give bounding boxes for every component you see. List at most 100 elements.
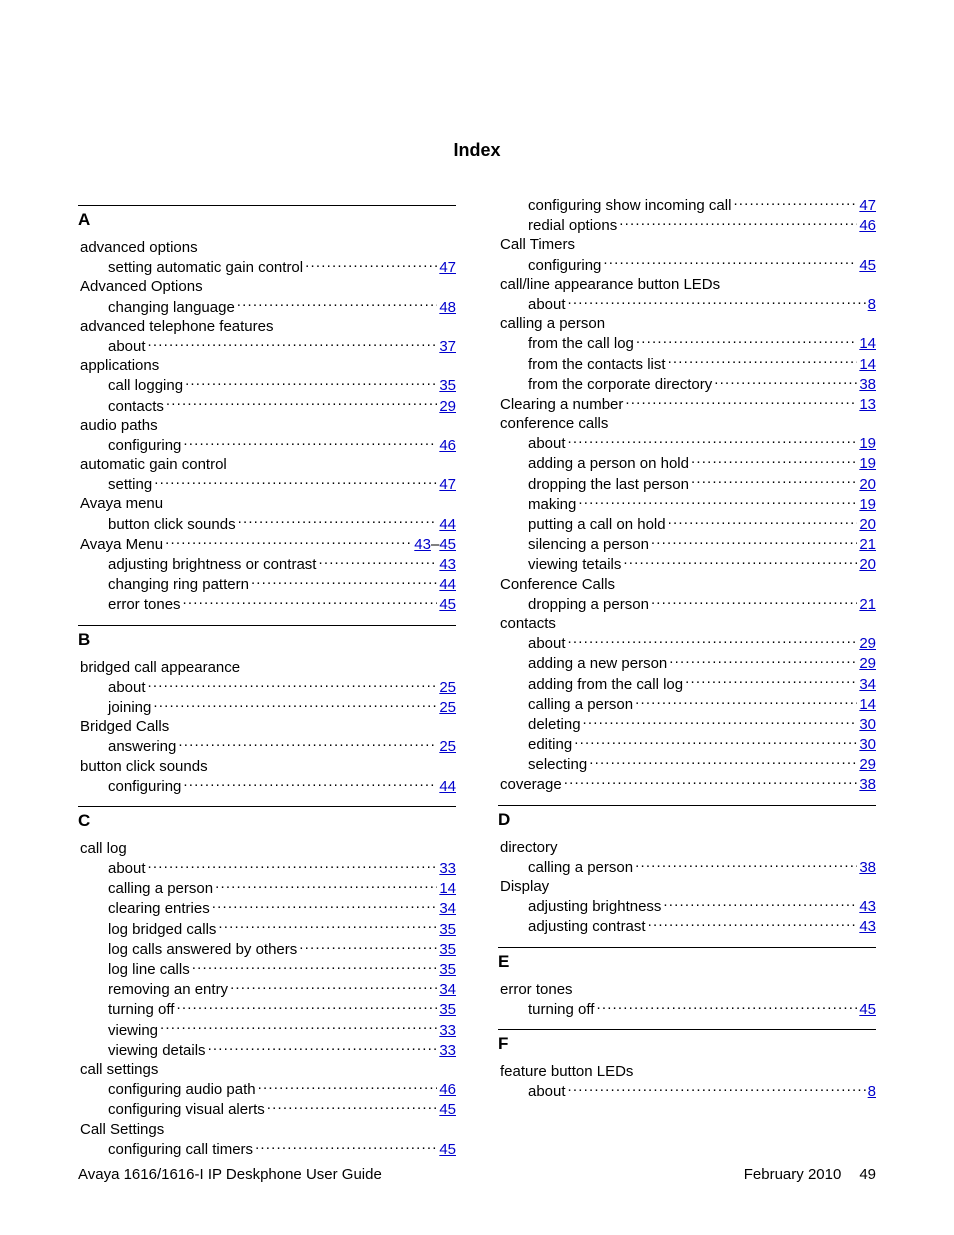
section-divider bbox=[498, 1029, 876, 1030]
index-subentry: configuring audio path 46 bbox=[78, 1079, 456, 1099]
index-column: Aadvanced optionssetting automatic gain … bbox=[78, 195, 456, 1159]
page-link[interactable]: 14 bbox=[859, 695, 876, 714]
index-entry: advanced options bbox=[78, 238, 456, 257]
page-link[interactable]: 43 bbox=[859, 917, 876, 936]
entry-term: turning off bbox=[528, 1000, 594, 1019]
page-link[interactable]: 29 bbox=[859, 755, 876, 774]
page-link[interactable]: 37 bbox=[439, 337, 456, 356]
page-link[interactable]: 34 bbox=[439, 980, 456, 999]
page-link[interactable]: 45 bbox=[439, 1140, 456, 1159]
entry-term: Avaya Menu bbox=[80, 535, 163, 554]
page-link[interactable]: 38 bbox=[859, 858, 876, 877]
leader-dots bbox=[165, 534, 412, 549]
page-link[interactable]: 45 bbox=[439, 1100, 456, 1119]
page-link[interactable]: 20 bbox=[859, 475, 876, 494]
page-link[interactable]: 33 bbox=[439, 1041, 456, 1060]
index-subentry: clearing entries 34 bbox=[78, 898, 456, 918]
leader-dots bbox=[583, 714, 858, 729]
index-entry: Clearing a number 13 bbox=[498, 394, 876, 414]
page-link[interactable]: 20 bbox=[859, 555, 876, 574]
index-subentry: adjusting brightness 43 bbox=[498, 896, 876, 916]
page-link[interactable]: 45 bbox=[859, 1000, 876, 1019]
entry-term: removing an entry bbox=[108, 980, 228, 999]
leader-dots bbox=[663, 896, 857, 911]
page-link[interactable]: 21 bbox=[859, 535, 876, 554]
page-link[interactable]: 8 bbox=[868, 295, 876, 314]
entry-term: about bbox=[528, 1082, 566, 1101]
entry-term: viewing details bbox=[108, 1041, 206, 1060]
page-link[interactable]: 34 bbox=[859, 675, 876, 694]
page-link[interactable]: 38 bbox=[859, 375, 876, 394]
page-link[interactable]: 46 bbox=[439, 1080, 456, 1099]
leader-dots bbox=[176, 999, 437, 1014]
page-link[interactable]: 46 bbox=[439, 436, 456, 455]
leader-dots bbox=[208, 1040, 438, 1055]
page-link[interactable]: 35 bbox=[439, 920, 456, 939]
page-link[interactable]: 14 bbox=[439, 879, 456, 898]
page-link[interactable]: 43–45 bbox=[414, 535, 456, 554]
page-link[interactable]: 35 bbox=[439, 376, 456, 395]
page-link[interactable]: 20 bbox=[859, 515, 876, 534]
page-link[interactable]: 35 bbox=[439, 960, 456, 979]
entry-term: contacts bbox=[108, 397, 164, 416]
index-entry: conference calls bbox=[498, 414, 876, 433]
page-link[interactable]: 29 bbox=[439, 397, 456, 416]
index-subentry: configuring visual alerts 45 bbox=[78, 1099, 456, 1119]
page-link[interactable]: 35 bbox=[439, 940, 456, 959]
page-link[interactable]: 47 bbox=[439, 475, 456, 494]
page-link[interactable]: 44 bbox=[439, 575, 456, 594]
page-link[interactable]: 29 bbox=[859, 634, 876, 653]
page-link[interactable]: 30 bbox=[859, 735, 876, 754]
page-link[interactable]: 8 bbox=[868, 1082, 876, 1101]
page-link[interactable]: 29 bbox=[859, 654, 876, 673]
entry-term: adjusting brightness or contrast bbox=[108, 555, 316, 574]
index-entry: Conference Calls bbox=[498, 575, 876, 594]
page-link[interactable]: 25 bbox=[439, 678, 456, 697]
page-link[interactable]: 44 bbox=[439, 515, 456, 534]
index-group: Bbridged call appearanceabout 25joining … bbox=[78, 625, 456, 796]
page-link[interactable]: 43 bbox=[859, 897, 876, 916]
leader-dots bbox=[183, 594, 438, 609]
page-link[interactable]: 19 bbox=[859, 454, 876, 473]
index-entry: advanced telephone features bbox=[78, 317, 456, 336]
index-subentry: setting automatic gain control 47 bbox=[78, 257, 456, 277]
footer-page-number: 49 bbox=[859, 1166, 876, 1183]
entry-term: configuring visual alerts bbox=[108, 1100, 265, 1119]
page-link[interactable]: 25 bbox=[439, 737, 456, 756]
page-link[interactable]: 33 bbox=[439, 1021, 456, 1040]
leader-dots bbox=[153, 697, 437, 712]
index-entry: bridged call appearance bbox=[78, 658, 456, 677]
page-link[interactable]: 14 bbox=[859, 355, 876, 374]
section-divider bbox=[78, 806, 456, 807]
leader-dots bbox=[648, 916, 858, 931]
index-subentry: adjusting brightness or contrast 43 bbox=[78, 554, 456, 574]
page-link[interactable]: 33 bbox=[439, 859, 456, 878]
page-link[interactable]: 21 bbox=[859, 595, 876, 614]
page-link[interactable]: 45 bbox=[859, 256, 876, 275]
page-link[interactable]: 35 bbox=[439, 1000, 456, 1019]
page-link[interactable]: 46 bbox=[859, 216, 876, 235]
page-link[interactable]: 25 bbox=[439, 698, 456, 717]
page-link[interactable]: 19 bbox=[859, 495, 876, 514]
page-link[interactable]: 47 bbox=[859, 196, 876, 215]
page-link[interactable]: 38 bbox=[859, 775, 876, 794]
entry-term: about bbox=[108, 678, 146, 697]
page-link[interactable]: 19 bbox=[859, 434, 876, 453]
leader-dots bbox=[564, 774, 858, 789]
index-subentry: configuring call timers 45 bbox=[78, 1139, 456, 1159]
page-link[interactable]: 43 bbox=[439, 555, 456, 574]
leader-dots bbox=[183, 776, 437, 791]
index-subentry: configuring 44 bbox=[78, 776, 456, 796]
page-link[interactable]: 14 bbox=[859, 334, 876, 353]
page-link[interactable]: 30 bbox=[859, 715, 876, 734]
page-link[interactable]: 44 bbox=[439, 777, 456, 796]
page-link[interactable]: 13 bbox=[859, 395, 876, 414]
index-subentry: button click sounds 44 bbox=[78, 514, 456, 534]
page-link[interactable]: 47 bbox=[439, 258, 456, 277]
entry-term: configuring audio path bbox=[108, 1080, 256, 1099]
entry-term: coverage bbox=[500, 775, 562, 794]
page-link[interactable]: 45 bbox=[439, 595, 456, 614]
page-link[interactable]: 34 bbox=[439, 899, 456, 918]
page-link[interactable]: 48 bbox=[439, 298, 456, 317]
index-subentry: from the contacts list 14 bbox=[498, 354, 876, 374]
